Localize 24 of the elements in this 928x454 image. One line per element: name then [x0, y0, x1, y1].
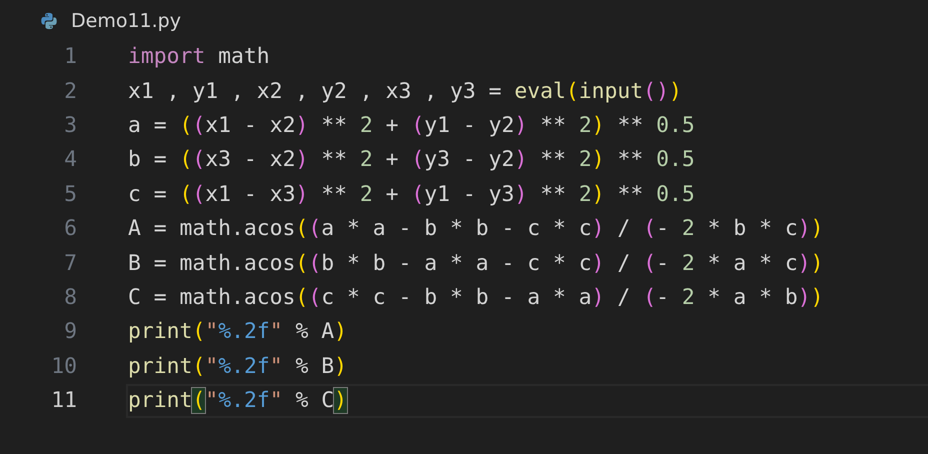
line-number: 6 — [63, 215, 77, 244]
line-number: 7 — [63, 250, 77, 278]
code-line: print("%.2f" % B) — [127, 352, 348, 381]
code-line: print("%.2f" % C) — [126, 384, 928, 418]
line-number: 5 — [63, 180, 77, 209]
line-number: 11 — [50, 387, 77, 416]
code-line: B = math.acos((b * b - a * a - c * c) / (- 2 * a * c)) — [127, 250, 825, 278]
code-line: A = math.acos((a * a - b * b - c * c) / (- 2 * b * c)) — [127, 215, 825, 244]
line-number: 8 — [63, 284, 77, 312]
line-number: 9 — [63, 318, 77, 346]
code-line: print("%.2f" % A) — [127, 318, 348, 346]
python-icon — [40, 12, 58, 30]
code-line: x1 , y1 , x2 , y2 , x3 , y3 = eval(input()) — [127, 78, 683, 106]
code-line: c = ((x1 - x3) ** 2 + (y1 - y3) ** 2) ** 0.5 — [127, 180, 696, 209]
line-number: 3 — [63, 112, 77, 140]
line-number: 1 — [63, 43, 77, 72]
line-number: 4 — [63, 146, 77, 174]
code-line: import math — [127, 43, 271, 72]
line-number: 2 — [63, 78, 77, 106]
code-line: b = ((x3 - x2) ** 2 + (y3 - y2) ** 2) ** 0.5 — [127, 146, 696, 174]
code-line: C = math.acos((c * c - b * b - a * a) / (- 2 * a * b)) — [127, 284, 825, 312]
code-line: a = ((x1 - x2) ** 2 + (y1 - y2) ** 2) ** 0.5 — [127, 112, 696, 140]
line-number: 10 — [50, 352, 77, 381]
file-tab-title[interactable]: Demo11.py — [71, 10, 181, 32]
